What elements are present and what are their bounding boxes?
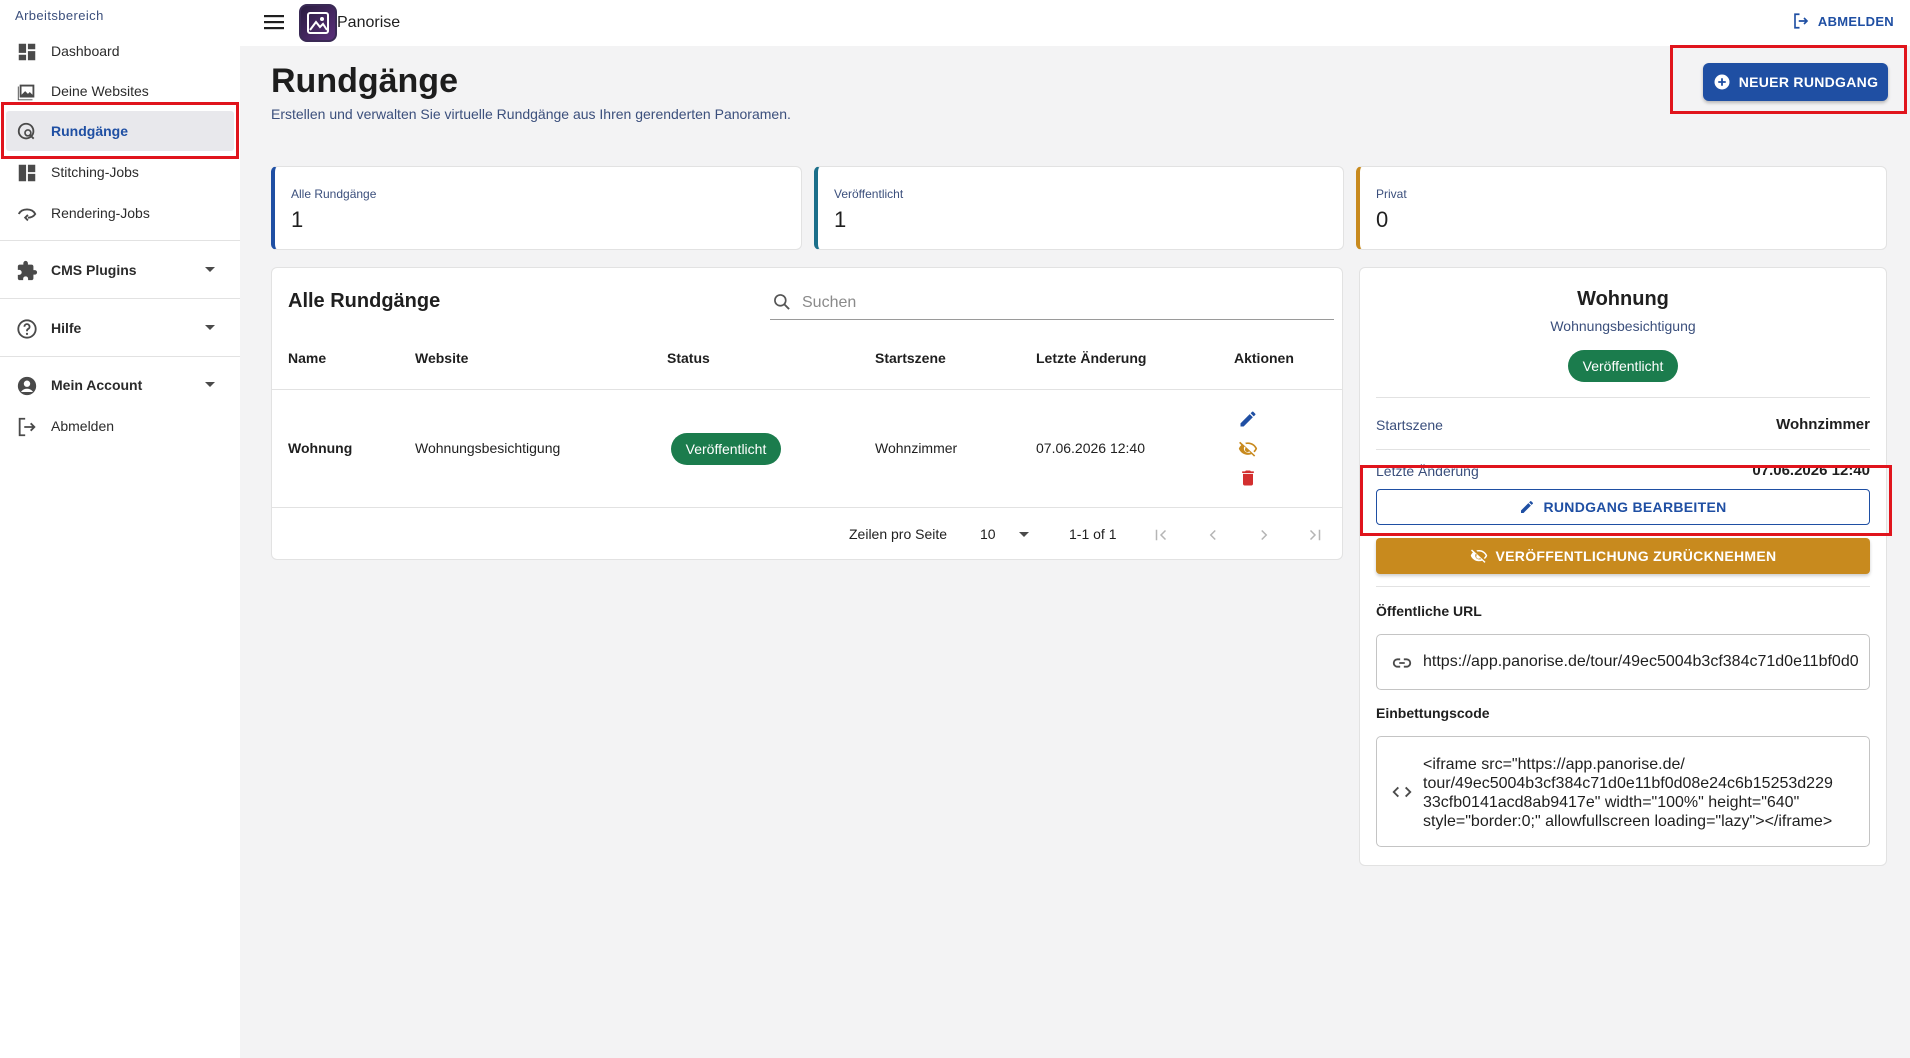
sidebar-divider: [0, 356, 240, 357]
cell-website: Wohnungsbesichtigung: [415, 440, 561, 456]
logout-icon: [1794, 13, 1809, 29]
puzzle-icon: [17, 260, 38, 281]
prev-page-icon[interactable]: [1204, 526, 1222, 544]
page-subtitle: Erstellen und verwalten Sie virtuelle Ru…: [271, 106, 791, 122]
account-icon: [17, 376, 37, 396]
detail-divider: [1376, 397, 1870, 398]
visibility-off-icon[interactable]: [1238, 439, 1258, 459]
sidebar-section-label: Arbeitsbereich: [15, 8, 104, 23]
detail-start-value: Wohnzimmer: [1776, 416, 1870, 433]
sidebar-item-label: Dashboard: [51, 43, 120, 59]
stat-card-published: Veröffentlicht 1: [814, 166, 1344, 250]
detail-website: Wohnungsbesichtigung: [1550, 318, 1696, 334]
sidebar-item-label: Deine Websites: [51, 83, 149, 99]
link-icon: [1392, 658, 1412, 668]
stat-card-all: Alle Rundgänge 1: [271, 166, 802, 250]
column-header-name[interactable]: Name: [288, 350, 326, 366]
detail-divider: [1376, 586, 1870, 587]
delete-icon[interactable]: [1238, 468, 1258, 488]
sidebar-group-help[interactable]: Hilfe: [0, 308, 240, 348]
stat-card-private: Privat 0: [1356, 166, 1887, 250]
highlight-box: [1670, 45, 1907, 114]
stat-label: Alle Rundgänge: [291, 187, 377, 201]
tour-detail-card: Wohnung Wohnungsbesichtigung Veröffentli…: [1359, 267, 1887, 866]
column-header-status[interactable]: Status: [667, 350, 710, 366]
menu-icon[interactable]: [264, 14, 284, 30]
visibility-off-icon: [1470, 549, 1487, 563]
logout-label: ABMELDEN: [1817, 13, 1894, 29]
status-badge: Veröffentlicht: [671, 433, 781, 465]
sidebar-group-label: Hilfe: [51, 320, 82, 336]
public-url-value: https://app.panorise.de/tour/49ec5004b3c…: [1423, 653, 1859, 670]
sidebar-divider: [0, 298, 240, 299]
rows-per-page-label: Zeilen pro Seite: [849, 526, 948, 542]
sidebar-divider: [0, 240, 240, 241]
stat-label: Privat: [1376, 187, 1407, 201]
status-badge: Veröffentlicht: [1568, 350, 1678, 382]
table-divider: [272, 507, 1342, 508]
dashboard-icon: [18, 43, 36, 61]
sidebar-group-account[interactable]: Mein Account: [0, 365, 240, 405]
stat-value: 1: [291, 207, 304, 232]
app-brand-name: Panorise: [337, 14, 401, 31]
sidebar-item-rendering-jobs[interactable]: Rendering-Jobs: [0, 193, 240, 233]
public-url-label: Öffentliche URL: [1376, 603, 1482, 619]
rows-per-page-value: 10: [980, 526, 996, 542]
detail-start-label: Startszene: [1376, 417, 1443, 433]
top-app-bar: Panorise ABMELDEN: [240, 0, 1910, 46]
table-divider: [272, 389, 1342, 390]
sidebar-item-logout[interactable]: Abmelden: [0, 406, 240, 446]
stat-value: 1: [834, 207, 847, 232]
app-logo: [299, 4, 337, 42]
chevron-down-icon: [1019, 532, 1029, 537]
column-header-website[interactable]: Website: [415, 350, 468, 366]
chevron-down-icon: [205, 325, 215, 330]
chevron-down-icon: [205, 267, 215, 272]
image-icon: [17, 84, 35, 101]
search-icon: [774, 294, 790, 310]
sidebar-group-cms-plugins[interactable]: CMS Plugins: [0, 250, 240, 290]
logout-icon: [18, 417, 36, 437]
sidebar-group-label: Mein Account: [51, 377, 143, 393]
page-title: Rundgänge: [271, 62, 458, 100]
embed-code-value: <iframe src="https://app.panorise.de/ to…: [1423, 756, 1833, 830]
code-icon: [1392, 786, 1412, 798]
cell-startscene: Wohnzimmer: [875, 440, 958, 456]
table-title: Alle Rundgänge: [288, 290, 441, 312]
stat-label: Veröffentlicht: [834, 187, 904, 201]
next-page-icon[interactable]: [1255, 526, 1273, 544]
sidebar-group-label: CMS Plugins: [51, 262, 137, 278]
highlight-box: [1360, 465, 1892, 536]
pagination-range: 1-1 of 1: [1069, 526, 1117, 542]
sidebar-item-label: Stitching-Jobs: [51, 164, 139, 180]
column-header-startscene[interactable]: Startszene: [875, 350, 946, 366]
help-icon: [17, 319, 37, 339]
embed-code-field[interactable]: <iframe src="https://app.panorise.de/ to…: [1376, 736, 1870, 847]
tours-table-card: Alle Rundgänge Suchen Name Website Statu…: [271, 267, 1343, 560]
search-placeholder: Suchen: [802, 294, 857, 311]
loop-icon: [17, 208, 37, 222]
last-page-icon[interactable]: [1306, 526, 1324, 544]
sidebar-item-label: Rendering-Jobs: [51, 205, 150, 221]
cell-name: Wohnung: [288, 440, 353, 456]
logout-button[interactable]: ABMELDEN: [1792, 12, 1894, 30]
cell-last-changed: 07.06.2026 12:40: [1036, 440, 1145, 456]
column-header-actions: Aktionen: [1234, 350, 1294, 366]
search-input[interactable]: Suchen: [770, 284, 1334, 320]
chevron-down-icon: [205, 382, 215, 387]
embed-code-label: Einbettungscode: [1376, 705, 1490, 721]
detail-title: Wohnung: [1577, 288, 1669, 310]
highlight-box: [1, 102, 239, 159]
first-page-icon[interactable]: [1152, 526, 1170, 544]
dashboard-icon: [18, 164, 36, 182]
sidebar-item-dashboard[interactable]: Dashboard: [0, 31, 240, 71]
stat-value: 0: [1376, 207, 1389, 232]
edit-icon[interactable]: [1238, 409, 1258, 429]
public-url-field[interactable]: https://app.panorise.de/tour/49ec5004b3c…: [1376, 634, 1870, 690]
unpublish-label: VERÖFFENTLICHUNG ZURÜCKNEHMEN: [1495, 548, 1777, 564]
sidebar-item-label: Abmelden: [51, 418, 115, 434]
column-header-last-changed[interactable]: Letzte Änderung: [1036, 350, 1146, 366]
unpublish-button[interactable]: VERÖFFENTLICHUNG ZURÜCKNEHMEN: [1376, 538, 1870, 574]
